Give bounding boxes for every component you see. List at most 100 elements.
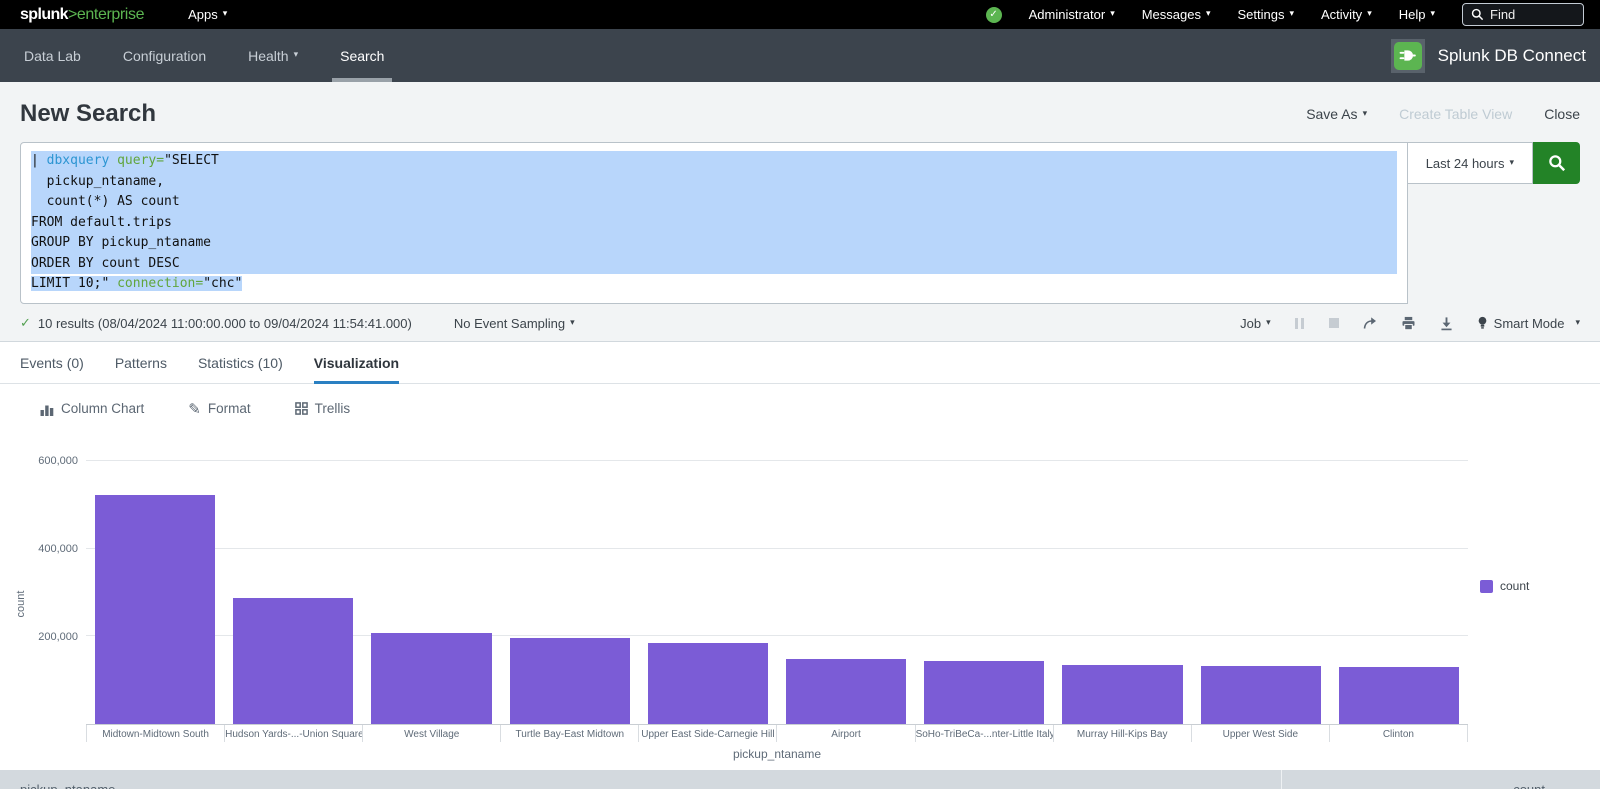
x-tick-label: Murray Hill-Kips Bay — [1053, 725, 1191, 742]
tab-label: Statistics (10) — [198, 355, 283, 371]
stop-job-icon[interactable] — [1329, 318, 1339, 328]
chart-plot — [86, 447, 1468, 725]
close-label: Close — [1544, 106, 1580, 122]
bar[interactable] — [1339, 667, 1459, 724]
create-table-view-label: Create Table View — [1399, 106, 1512, 122]
column-header-count[interactable]: count — [1281, 770, 1600, 789]
x-axis-title: pickup_ntaname — [86, 747, 1468, 761]
export-icon[interactable] — [1439, 316, 1454, 331]
run-search-button[interactable] — [1533, 142, 1580, 184]
search-icon — [1471, 8, 1484, 21]
nav-label: Data Lab — [24, 48, 81, 64]
messages-menu[interactable]: Messages ▾ — [1142, 7, 1211, 22]
bar[interactable] — [233, 598, 353, 724]
chart-type-button[interactable]: Column Chart — [40, 401, 144, 416]
column-chart-icon — [40, 402, 54, 416]
bar-slot — [1053, 447, 1191, 724]
result-tabs: Events (0) Patterns Statistics (10) Visu… — [0, 342, 1600, 384]
nav-item-health[interactable]: Health ▾ — [244, 29, 302, 82]
bar[interactable] — [1201, 666, 1321, 724]
format-label: Format — [208, 401, 251, 416]
chevron-down-icon: ▾ — [570, 317, 575, 328]
chevron-down-icon: ▾ — [1206, 8, 1211, 19]
bar[interactable] — [786, 659, 906, 724]
administrator-menu[interactable]: Administrator ▾ — [1029, 7, 1115, 22]
chart-bars — [86, 447, 1468, 724]
bar[interactable] — [924, 661, 1044, 724]
logo-brand: splunk — [20, 6, 68, 24]
bar[interactable] — [648, 643, 768, 724]
find-search-box[interactable] — [1462, 3, 1584, 26]
bar[interactable] — [95, 495, 215, 724]
settings-menu[interactable]: Settings ▾ — [1238, 7, 1295, 22]
results-summary: 10 results (08/04/2024 11:00:00.000 to 0… — [38, 316, 412, 331]
column-chart: count 200,000400,000600,000 Midtown-Midt… — [12, 447, 1580, 761]
save-as-label: Save As — [1306, 106, 1357, 122]
health-status-icon[interactable]: ✓ — [986, 7, 1002, 23]
pause-job-icon[interactable] — [1294, 318, 1306, 329]
settings-label: Settings — [1238, 7, 1285, 22]
bar-slot — [1330, 447, 1468, 724]
nav-item-search[interactable]: Search — [336, 29, 388, 82]
messages-label: Messages — [1142, 7, 1201, 22]
splunk-logo[interactable]: splunk >enterprise — [20, 6, 144, 24]
bar[interactable] — [371, 633, 491, 724]
column-header-pickup-ntaname[interactable]: pickup_ntaname — [0, 770, 1281, 789]
app-nav-bar: Data Lab Configuration Health ▾ Search S… — [0, 29, 1600, 82]
chevron-down-icon: ▾ — [1289, 8, 1294, 19]
trellis-label: Trellis — [315, 401, 351, 416]
activity-menu[interactable]: Activity ▾ — [1321, 7, 1372, 22]
help-label: Help — [1399, 7, 1426, 22]
query-editor[interactable]: | dbxquery query="SELECT pickup_ntaname,… — [20, 142, 1408, 304]
nav-item-data-lab[interactable]: Data Lab — [20, 29, 85, 82]
close-button[interactable]: Close — [1544, 106, 1580, 122]
search-bar: | dbxquery query="SELECT pickup_ntaname,… — [0, 142, 1600, 304]
x-tick-label: Midtown-Midtown South — [86, 725, 224, 742]
chart-legend: count — [1468, 447, 1580, 725]
time-range-picker[interactable]: Last 24 hours ▾ — [1408, 142, 1533, 184]
x-axis-labels: Midtown-Midtown SouthHudson Yards-...-Un… — [86, 725, 1468, 742]
x-tick-label: Clinton — [1329, 725, 1468, 742]
event-sampling-dropdown[interactable]: No Event Sampling ▾ — [454, 316, 575, 331]
results-bar: ✓ 10 results (08/04/2024 11:00:00.000 to… — [0, 304, 1600, 341]
search-mode-dropdown[interactable]: Smart Mode ▾ — [1477, 316, 1580, 331]
tab-label: Visualization — [314, 355, 399, 371]
legend-label: count — [1500, 579, 1529, 593]
tab-patterns[interactable]: Patterns — [115, 342, 167, 383]
y-axis-labels: 200,000400,000600,000 — [30, 447, 86, 725]
app-title: Splunk DB Connect — [1438, 46, 1586, 66]
db-connect-app-icon — [1391, 39, 1425, 73]
nav-label: Health — [248, 48, 288, 64]
job-menu[interactable]: Job ▾ — [1240, 316, 1271, 331]
bar[interactable] — [1062, 665, 1182, 724]
create-table-view-button[interactable]: Create Table View — [1399, 106, 1512, 122]
legend-swatch — [1480, 580, 1493, 593]
topbar-right: ✓ Administrator ▾ Messages ▾ Settings ▾ … — [986, 3, 1584, 26]
apps-label: Apps — [188, 7, 218, 22]
help-menu[interactable]: Help ▾ — [1399, 7, 1435, 22]
bar[interactable] — [510, 638, 630, 724]
y-tick-label: 400,000 — [38, 543, 78, 555]
trellis-button[interactable]: Trellis — [295, 401, 351, 416]
tab-statistics[interactable]: Statistics (10) — [198, 342, 283, 383]
top-bar: splunk >enterprise Apps ▾ ✓ Administrato… — [0, 0, 1600, 29]
share-icon[interactable] — [1362, 315, 1378, 331]
job-controls: Job ▾ Smart Mode ▾ — [1240, 315, 1580, 331]
tab-visualization[interactable]: Visualization — [314, 342, 399, 383]
find-input[interactable] — [1490, 7, 1572, 22]
apps-menu[interactable]: Apps ▾ — [188, 7, 227, 22]
format-button[interactable]: ✎ Format — [188, 400, 250, 418]
print-icon[interactable] — [1401, 316, 1416, 331]
tab-events[interactable]: Events (0) — [20, 342, 84, 383]
bar-slot — [1192, 447, 1330, 724]
job-label: Job — [1240, 316, 1261, 331]
chevron-down-icon: ▾ — [1363, 108, 1368, 119]
bar-slot — [501, 447, 639, 724]
save-as-button[interactable]: Save As ▾ — [1306, 106, 1367, 122]
x-tick-label: Airport — [776, 725, 914, 742]
administrator-label: Administrator — [1029, 7, 1106, 22]
chevron-down-icon: ▾ — [1430, 8, 1435, 19]
x-tick-label: Hudson Yards-...-Union Square — [224, 725, 362, 742]
x-tick-label: Turtle Bay-East Midtown — [500, 725, 638, 742]
nav-item-configuration[interactable]: Configuration — [119, 29, 210, 82]
